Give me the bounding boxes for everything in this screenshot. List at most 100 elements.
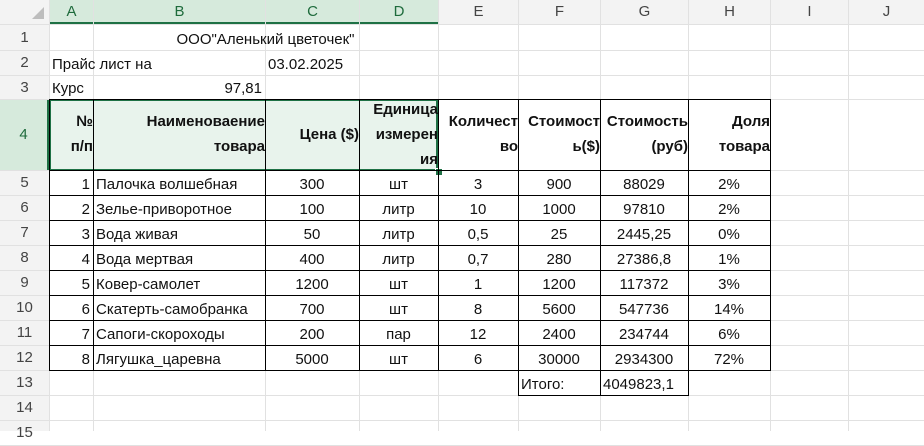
column-header-f[interactable]: F xyxy=(519,0,600,24)
header-cell-g[interactable]: Стоимость (руб) xyxy=(600,99,688,170)
item-number-cell[interactable]: 8 xyxy=(49,345,93,370)
item-cost-rub-cell[interactable]: 97810 xyxy=(600,195,688,220)
item-unit-cell[interactable]: шт xyxy=(359,170,438,195)
row-header-2[interactable]: 2 xyxy=(0,51,49,75)
column-header-c[interactable]: C xyxy=(266,0,359,24)
column-header-d[interactable]: D xyxy=(360,0,438,24)
item-number-cell[interactable]: 2 xyxy=(49,195,93,220)
item-unit-cell[interactable]: пар xyxy=(359,320,438,345)
item-price-cell[interactable]: 1200 xyxy=(265,270,359,295)
header-cell-e[interactable]: Количест во xyxy=(438,99,518,170)
row-header-11[interactable]: 11 xyxy=(0,321,49,345)
row-header-6[interactable]: 6 xyxy=(0,196,49,220)
header-cell-a[interactable]: № п/п xyxy=(49,99,93,170)
item-cost-rub-cell[interactable]: 2934300 xyxy=(600,345,688,370)
row-header-15[interactable]: 15 xyxy=(0,421,49,445)
item-cost-rub-cell[interactable]: 27386,8 xyxy=(600,245,688,270)
item-number-cell[interactable]: 1 xyxy=(49,170,93,195)
spreadsheet-grid[interactable]: A B C D E F G H I J 1 2 3 4 5 6 7 8 9 10 11 12 13 14 15 ООО"Алень… xyxy=(0,0,924,446)
item-share-cell[interactable]: 3% xyxy=(688,270,770,295)
item-name-cell[interactable]: Палочка волшебная xyxy=(93,170,265,195)
column-header-b[interactable]: B xyxy=(94,0,265,24)
item-cost-usd-cell[interactable]: 1200 xyxy=(518,270,600,295)
item-cost-usd-cell[interactable]: 1000 xyxy=(518,195,600,220)
item-unit-cell[interactable]: шт xyxy=(359,295,438,320)
item-name-cell[interactable]: Скатерть-самобранка xyxy=(93,295,265,320)
row-header-13[interactable]: 13 xyxy=(0,371,49,395)
row-header-5[interactable]: 5 xyxy=(0,171,49,195)
item-unit-cell[interactable]: шт xyxy=(359,345,438,370)
item-qty-cell[interactable]: 1 xyxy=(438,270,518,295)
header-cell-b[interactable]: Наименоваение товара xyxy=(93,99,265,170)
header-cell-d[interactable]: Единица измерен ия xyxy=(359,99,438,170)
item-cost-usd-cell[interactable]: 30000 xyxy=(518,345,600,370)
row-header-14[interactable]: 14 xyxy=(0,396,49,420)
item-number-cell[interactable]: 7 xyxy=(49,320,93,345)
price-list-label-cell[interactable]: Прайс лист на xyxy=(49,50,265,75)
item-name-cell[interactable]: Лягушка_царевна xyxy=(93,345,265,370)
item-share-cell[interactable]: 1% xyxy=(688,245,770,270)
item-number-cell[interactable]: 4 xyxy=(49,245,93,270)
column-header-a[interactable]: A xyxy=(50,0,93,24)
item-cost-rub-cell[interactable]: 2445,25 xyxy=(600,220,688,245)
item-cost-usd-cell[interactable]: 900 xyxy=(518,170,600,195)
item-qty-cell[interactable]: 0,7 xyxy=(438,245,518,270)
item-number-cell[interactable]: 3 xyxy=(49,220,93,245)
item-unit-cell[interactable]: литр xyxy=(359,245,438,270)
item-price-cell[interactable]: 100 xyxy=(265,195,359,220)
item-cost-usd-cell[interactable]: 5600 xyxy=(518,295,600,320)
item-cost-rub-cell[interactable]: 547736 xyxy=(600,295,688,320)
header-cell-c[interactable]: Цена ($) xyxy=(265,99,359,170)
item-unit-cell[interactable]: литр xyxy=(359,195,438,220)
header-cell-h[interactable]: Доля товара xyxy=(688,99,770,170)
row-header-4[interactable]: 4 xyxy=(0,100,49,170)
header-cell-f[interactable]: Стоимост ь($) xyxy=(518,99,600,170)
item-price-cell[interactable]: 700 xyxy=(265,295,359,320)
column-header-g[interactable]: G xyxy=(601,0,688,24)
item-qty-cell[interactable]: 12 xyxy=(438,320,518,345)
item-number-cell[interactable]: 5 xyxy=(49,270,93,295)
item-price-cell[interactable]: 400 xyxy=(265,245,359,270)
company-title-cell[interactable]: ООО"Аленький цветочек" xyxy=(93,24,438,50)
item-cost-rub-cell[interactable]: 234744 xyxy=(600,320,688,345)
item-name-cell[interactable]: Сапоги-скороходы xyxy=(93,320,265,345)
item-share-cell[interactable]: 14% xyxy=(688,295,770,320)
row-header-9[interactable]: 9 xyxy=(0,271,49,295)
item-cost-usd-cell[interactable]: 280 xyxy=(518,245,600,270)
item-share-cell[interactable]: 0% xyxy=(688,220,770,245)
total-value-cell[interactable]: 4049823,1 xyxy=(600,370,688,395)
item-name-cell[interactable]: Вода мертвая xyxy=(93,245,265,270)
rate-value-cell[interactable]: 97,81 xyxy=(93,75,265,99)
item-unit-cell[interactable]: литр xyxy=(359,220,438,245)
row-header-8[interactable]: 8 xyxy=(0,246,49,270)
item-unit-cell[interactable]: шт xyxy=(359,270,438,295)
row-header-7[interactable]: 7 xyxy=(0,221,49,245)
item-qty-cell[interactable]: 3 xyxy=(438,170,518,195)
item-name-cell[interactable]: Зелье-приворотное xyxy=(93,195,265,220)
item-share-cell[interactable]: 2% xyxy=(688,195,770,220)
rate-label-cell[interactable]: Курс xyxy=(49,75,93,99)
price-date-cell[interactable]: 03.02.2025 xyxy=(265,50,359,75)
item-cost-rub-cell[interactable]: 88029 xyxy=(600,170,688,195)
item-qty-cell[interactable]: 8 xyxy=(438,295,518,320)
total-label-cell[interactable]: Итого: xyxy=(518,370,600,395)
item-name-cell[interactable]: Вода живая xyxy=(93,220,265,245)
item-cost-usd-cell[interactable]: 25 xyxy=(518,220,600,245)
item-cost-rub-cell[interactable]: 117372 xyxy=(600,270,688,295)
row-header-3[interactable]: 3 xyxy=(0,76,49,99)
item-share-cell[interactable]: 2% xyxy=(688,170,770,195)
item-price-cell[interactable]: 300 xyxy=(265,170,359,195)
item-share-cell[interactable]: 72% xyxy=(688,345,770,370)
item-number-cell[interactable]: 6 xyxy=(49,295,93,320)
column-header-i[interactable]: I xyxy=(771,0,848,24)
item-price-cell[interactable]: 200 xyxy=(265,320,359,345)
column-header-h[interactable]: H xyxy=(689,0,770,24)
row-header-10[interactable]: 10 xyxy=(0,296,49,320)
item-qty-cell[interactable]: 10 xyxy=(438,195,518,220)
column-header-j[interactable]: J xyxy=(849,0,924,24)
row-header-1[interactable]: 1 xyxy=(0,25,49,50)
item-share-cell[interactable]: 6% xyxy=(688,320,770,345)
item-name-cell[interactable]: Ковер-самолет xyxy=(93,270,265,295)
item-qty-cell[interactable]: 6 xyxy=(438,345,518,370)
item-price-cell[interactable]: 50 xyxy=(265,220,359,245)
